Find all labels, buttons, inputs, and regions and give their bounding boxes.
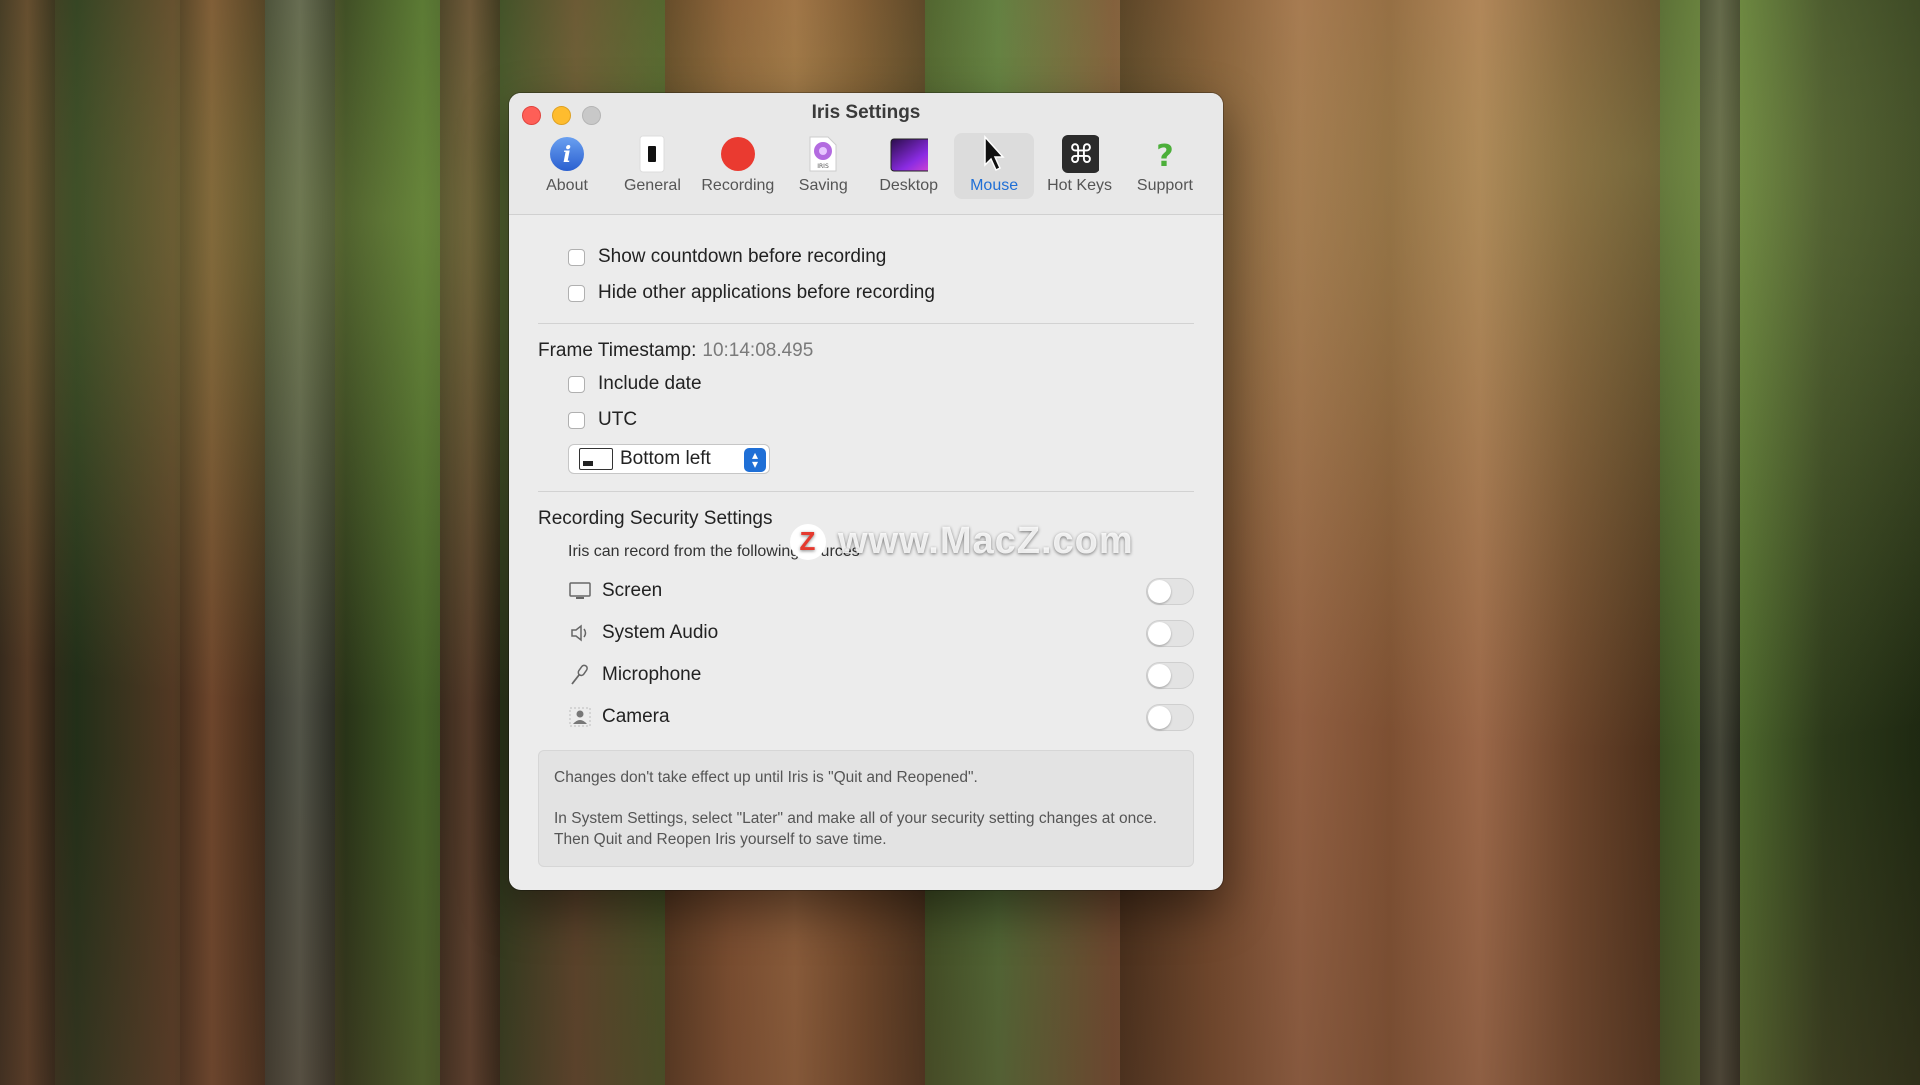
- camera-toggle[interactable]: [1146, 703, 1194, 731]
- source-label: Camera: [602, 706, 670, 727]
- tab-label: Hot Keys: [1047, 177, 1112, 194]
- tab-hot-keys[interactable]: ⌘ Hot Keys: [1040, 133, 1120, 199]
- source-row-screen: Screen: [538, 570, 1194, 612]
- device-icon: [633, 135, 671, 173]
- watermark: Z www.MacZ.com: [790, 520, 1134, 563]
- tab-label: About: [546, 177, 588, 194]
- settings-window: Iris Settings i About General Recording: [509, 93, 1223, 890]
- display-icon: [568, 579, 592, 603]
- source-row-system-audio: System Audio: [538, 612, 1194, 654]
- countdown-checkbox[interactable]: [568, 248, 585, 266]
- watermark-logo-icon: Z: [790, 523, 826, 560]
- svg-text:i: i: [563, 142, 571, 168]
- command-icon: ⌘: [1061, 135, 1099, 173]
- tab-label: Saving: [798, 177, 848, 194]
- tab-label: Desktop: [879, 177, 939, 194]
- include-date-checkbox[interactable]: [568, 375, 585, 393]
- timestamp-label: Frame Timestamp:: [538, 340, 697, 361]
- speaker-icon: [568, 621, 592, 645]
- security-notice: Changes don't take effect up until Iris …: [538, 750, 1194, 867]
- source-row-microphone: Microphone: [538, 654, 1194, 696]
- record-icon: [719, 135, 757, 173]
- notice-system-settings: In System Settings, select "Later" and m…: [554, 810, 1157, 848]
- system-audio-toggle[interactable]: [1146, 619, 1194, 647]
- tab-support[interactable]: ? Support: [1125, 133, 1205, 199]
- iris-file-icon: IRIS: [804, 135, 842, 173]
- screen-toggle[interactable]: [1146, 577, 1194, 605]
- tab-label: Recording: [701, 177, 775, 194]
- utc-label: UTC: [598, 409, 638, 430]
- titlebar: Iris Settings i About General Recording: [509, 93, 1223, 215]
- info-icon: i: [548, 135, 586, 173]
- watermark-text: www.MacZ.com: [838, 520, 1134, 562]
- include-date-label: Include date: [598, 373, 702, 394]
- settings-toolbar: i About General Recording IRIS Saving De…: [527, 133, 1205, 201]
- svg-text:IRIS: IRIS: [818, 163, 830, 170]
- microphone-icon: [568, 663, 592, 687]
- hide-apps-option[interactable]: Hide other applications before recording: [538, 275, 1194, 311]
- desktop-icon: [890, 135, 928, 173]
- camera-person-icon: [568, 705, 592, 729]
- utc-checkbox[interactable]: [568, 411, 585, 429]
- include-date-option[interactable]: Include date: [538, 366, 1194, 402]
- tab-saving[interactable]: IRIS Saving: [783, 133, 863, 199]
- source-label: System Audio: [602, 622, 719, 643]
- pointer-icon: [975, 135, 1013, 173]
- svg-text:?: ?: [1156, 139, 1173, 172]
- countdown-label: Show countdown before recording: [598, 246, 887, 267]
- tab-recording[interactable]: Recording: [698, 133, 778, 199]
- countdown-option[interactable]: Show countdown before recording: [538, 239, 1194, 275]
- chevron-updown-icon: ▴ ▾: [744, 448, 766, 472]
- notice-restart: Changes don't take effect up until Iris …: [554, 769, 978, 786]
- source-label: Screen: [602, 580, 663, 601]
- hide-apps-checkbox[interactable]: [568, 284, 585, 302]
- bottom-left-position-icon: [579, 448, 613, 470]
- tab-label: General: [623, 177, 681, 194]
- divider: [538, 323, 1194, 324]
- tab-about[interactable]: i About: [527, 133, 607, 199]
- divider: [538, 491, 1194, 492]
- source-label: Microphone: [602, 664, 702, 685]
- question-icon: ?: [1146, 135, 1184, 173]
- svg-text:⌘: ⌘: [1068, 140, 1094, 170]
- hide-apps-label: Hide other applications before recording: [598, 282, 935, 303]
- tab-mouse[interactable]: Mouse: [954, 133, 1035, 199]
- timestamp-value: 10:14:08.495: [702, 340, 814, 361]
- tab-general[interactable]: General: [612, 133, 692, 199]
- utc-option[interactable]: UTC: [538, 402, 1194, 438]
- tab-label: Mouse: [970, 177, 1019, 194]
- position-value: Bottom left: [620, 448, 711, 469]
- source-row-camera: Camera: [538, 696, 1194, 738]
- window-title: Iris Settings: [811, 102, 921, 123]
- tab-desktop[interactable]: Desktop: [869, 133, 949, 199]
- microphone-toggle[interactable]: [1146, 661, 1194, 689]
- tab-label: Support: [1136, 177, 1193, 194]
- timestamp-position-select[interactable]: Bottom left ▴ ▾: [568, 444, 770, 474]
- timestamp-heading: Frame Timestamp: 10:14:08.495: [538, 336, 1194, 366]
